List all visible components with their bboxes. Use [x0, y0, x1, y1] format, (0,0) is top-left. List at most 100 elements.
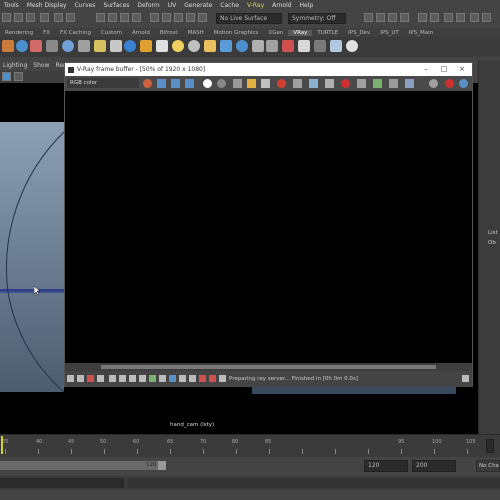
status-icon-6[interactable]	[119, 375, 126, 382]
settings-icon[interactable]	[429, 79, 438, 88]
ipr-render-icon[interactable]	[445, 79, 454, 88]
display-icon[interactable]	[405, 79, 414, 88]
vfb-scrollbar-thumb[interactable]	[101, 365, 436, 369]
snap-curve-icon[interactable]	[162, 13, 171, 22]
clear-icon[interactable]	[261, 79, 270, 88]
snap-plane-icon[interactable]	[186, 13, 195, 22]
face-icon[interactable]	[120, 13, 129, 22]
status-icon-7[interactable]	[129, 375, 136, 382]
render-view-icon[interactable]	[364, 13, 373, 22]
vray-sun-icon[interactable]	[172, 40, 184, 52]
component-mode-icon[interactable]	[66, 13, 75, 22]
character-set-dropdown[interactable]: No Char	[476, 460, 500, 472]
uv-icon[interactable]	[132, 13, 141, 22]
tool-settings-icon[interactable]	[482, 13, 491, 22]
load-icon[interactable]	[247, 79, 256, 88]
toolbox-icon[interactable]	[444, 13, 453, 22]
region-render-icon[interactable]	[309, 79, 318, 88]
vray-toon-icon[interactable]	[282, 40, 294, 52]
mono-icon[interactable]	[217, 79, 226, 88]
tab-ips-main[interactable]: IPS_Main	[404, 30, 438, 36]
vray-checker-icon[interactable]	[266, 40, 278, 52]
vray-render-icon[interactable]	[314, 40, 326, 52]
channel-box-icon[interactable]	[456, 13, 465, 22]
menu-vray[interactable]: V-Ray	[243, 2, 268, 9]
status-icon-3[interactable]	[87, 375, 94, 382]
vray-frame-buffer-window[interactable]: V-Ray frame buffer - [50% of 1920 x 1080…	[64, 62, 473, 387]
track-icon[interactable]	[325, 79, 334, 88]
viewport-menu-show[interactable]: Show	[30, 62, 52, 69]
outliner-list-label[interactable]: List	[488, 230, 498, 236]
vray-frame-buffer-icon[interactable]	[298, 40, 310, 52]
menu-generate[interactable]: Generate	[180, 2, 216, 9]
playhead[interactable]	[1, 436, 3, 454]
status-icon-15[interactable]	[209, 375, 216, 382]
snap-point-icon[interactable]	[174, 13, 183, 22]
vray-cloud-submit-icon[interactable]	[346, 40, 358, 52]
status-icon-16[interactable]	[219, 375, 226, 382]
vray-proxy-icon[interactable]	[78, 40, 90, 52]
color-correction-icon[interactable]	[373, 79, 382, 88]
viewport-menu-lighting[interactable]: Lighting	[0, 62, 30, 69]
stop-render-icon[interactable]	[277, 79, 286, 88]
status-icon-2[interactable]	[77, 375, 84, 382]
follow-mouse-icon[interactable]	[293, 79, 302, 88]
frame-field[interactable]	[486, 439, 494, 453]
vray-plane-icon[interactable]	[110, 40, 122, 52]
save-icon[interactable]	[233, 79, 242, 88]
status-icon-14[interactable]	[199, 375, 206, 382]
vfb-title-bar[interactable]: V-Ray frame buffer - [50% of 1920 x 1080…	[65, 63, 472, 76]
menu-cache[interactable]: Cache	[216, 2, 243, 9]
vray-dome-icon[interactable]	[62, 40, 74, 52]
tab-custom[interactable]: Custom	[96, 30, 127, 36]
tab-ips-dev[interactable]: IPS_Dev	[343, 30, 375, 36]
render-icon[interactable]	[341, 79, 350, 88]
vray-sphere-icon[interactable]	[16, 40, 28, 52]
vray-omni-icon[interactable]	[204, 40, 216, 52]
close-icon[interactable]: ×	[453, 63, 471, 76]
status-icon-8[interactable]	[139, 375, 146, 382]
status-icon-5[interactable]	[109, 375, 116, 382]
snap-grid-icon[interactable]	[150, 13, 159, 22]
green-channel-icon[interactable]	[171, 79, 180, 88]
vfb-render-canvas[interactable]	[65, 91, 472, 363]
viewport-grid-icon[interactable]	[14, 72, 23, 81]
render-current-icon[interactable]	[376, 13, 385, 22]
range-slider[interactable]	[0, 461, 166, 470]
vray-cloud-icon[interactable]	[330, 40, 342, 52]
status-icon-1[interactable]	[67, 375, 74, 382]
live-surface-field[interactable]: No Live Surface	[216, 13, 282, 24]
history-icon[interactable]	[389, 79, 398, 88]
tab-bifrost[interactable]: Bifrost	[155, 30, 183, 36]
tab-vray[interactable]: VRay	[288, 29, 313, 36]
red-channel-icon[interactable]	[157, 79, 166, 88]
ipr-icon[interactable]	[388, 13, 397, 22]
status-icon-9[interactable]	[149, 375, 156, 382]
channel-dropdown[interactable]: RGB color	[67, 78, 139, 88]
edge-icon[interactable]	[108, 13, 117, 22]
range-end-field[interactable]: 120	[364, 460, 408, 472]
tab-ips-ut[interactable]: IPS_UT	[375, 30, 404, 36]
menu-tools[interactable]: Tools	[0, 2, 23, 9]
vray-rect-light-icon[interactable]	[140, 40, 152, 52]
vray-mesh-light-icon[interactable]	[220, 40, 232, 52]
status-icon-4[interactable]	[97, 375, 104, 382]
blue-channel-icon[interactable]	[185, 79, 194, 88]
symmetry-dropdown[interactable]: Symmetry: Off	[288, 13, 346, 24]
hypershade-icon[interactable]	[418, 13, 427, 22]
status-icon-11[interactable]	[169, 375, 176, 382]
tab-xgen[interactable]: XGen	[263, 30, 288, 36]
vray-light-icon[interactable]	[2, 40, 14, 52]
minimize-icon[interactable]: –	[417, 63, 435, 76]
animation-end-field[interactable]: 200	[412, 460, 456, 472]
status-icon-13[interactable]	[189, 375, 196, 382]
status-scroll-icon[interactable]	[462, 375, 469, 382]
vray-mesh-icon[interactable]	[46, 40, 58, 52]
tab-rendering[interactable]: Rendering	[0, 30, 38, 36]
paint-icon[interactable]	[40, 13, 49, 22]
snap-surface-icon[interactable]	[198, 13, 207, 22]
rgb-channel-icon[interactable]	[143, 79, 152, 88]
layout-icon[interactable]	[430, 13, 439, 22]
mode-icon[interactable]	[2, 13, 11, 22]
vray-fur-icon[interactable]	[94, 40, 106, 52]
